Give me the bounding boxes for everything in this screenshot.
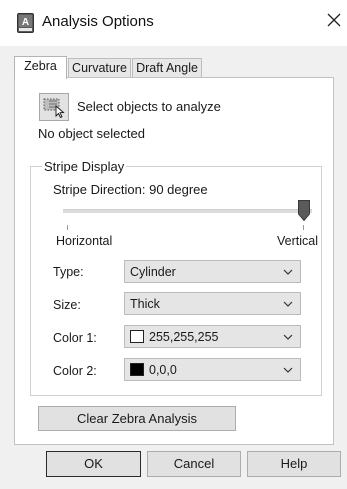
- color1-swatch: [130, 330, 144, 343]
- slider-max-label: Vertical: [277, 234, 318, 248]
- tab-zebra[interactable]: Zebra: [14, 56, 67, 79]
- stripe-direction-slider-track[interactable]: [63, 209, 312, 213]
- slider-tick-min: [67, 225, 68, 230]
- color2-value: 0,0,0: [149, 363, 177, 377]
- window-title: Analysis Options: [42, 13, 154, 30]
- chevron-down-icon: [283, 334, 293, 340]
- type-dropdown[interactable]: Cylinder: [124, 260, 301, 283]
- color2-dropdown[interactable]: 0,0,0: [124, 358, 301, 381]
- autocad-app-icon: A: [17, 13, 34, 33]
- analysis-options-dialog: A Analysis Options Zebra Curvature Draft…: [0, 0, 347, 489]
- tab-curvature[interactable]: Curvature: [68, 58, 131, 77]
- size-dropdown[interactable]: Thick: [124, 292, 301, 315]
- size-value: Thick: [130, 297, 160, 311]
- close-icon[interactable]: [325, 11, 343, 29]
- stripe-direction-label: Stripe Direction: 90 degree: [53, 182, 208, 197]
- clear-zebra-analysis-button[interactable]: Clear Zebra Analysis: [38, 406, 236, 431]
- color2-swatch: [130, 363, 144, 376]
- chevron-down-icon: [283, 301, 293, 307]
- color2-label: Color 2:: [53, 364, 97, 378]
- chevron-down-icon: [283, 367, 293, 373]
- color1-label: Color 1:: [53, 331, 97, 345]
- stripe-display-title: Stripe Display: [42, 159, 127, 174]
- color1-dropdown[interactable]: 255,255,255: [124, 325, 301, 348]
- cancel-button[interactable]: Cancel: [147, 451, 241, 477]
- help-button[interactable]: Help: [247, 451, 341, 477]
- type-label: Type:: [53, 265, 84, 279]
- chevron-down-icon: [283, 269, 293, 275]
- color1-value: 255,255,255: [149, 330, 219, 344]
- title-bar: A Analysis Options: [0, 0, 347, 46]
- ok-button[interactable]: OK: [46, 451, 141, 477]
- select-objects-button[interactable]: [39, 93, 69, 121]
- tab-strip: Zebra Curvature Draft Angle: [14, 56, 334, 79]
- select-objects-label: Select objects to analyze: [77, 99, 221, 114]
- select-objects-icon: [43, 98, 65, 119]
- slider-tick-max: [303, 225, 304, 230]
- slider-min-label: Horizontal: [56, 234, 113, 248]
- tab-draft-angle[interactable]: Draft Angle: [132, 58, 202, 77]
- type-value: Cylinder: [130, 265, 176, 279]
- stripe-direction-slider-thumb[interactable]: [298, 200, 310, 221]
- size-label: Size:: [53, 298, 81, 312]
- svg-text:A: A: [22, 17, 29, 28]
- selection-status: No object selected: [38, 126, 145, 141]
